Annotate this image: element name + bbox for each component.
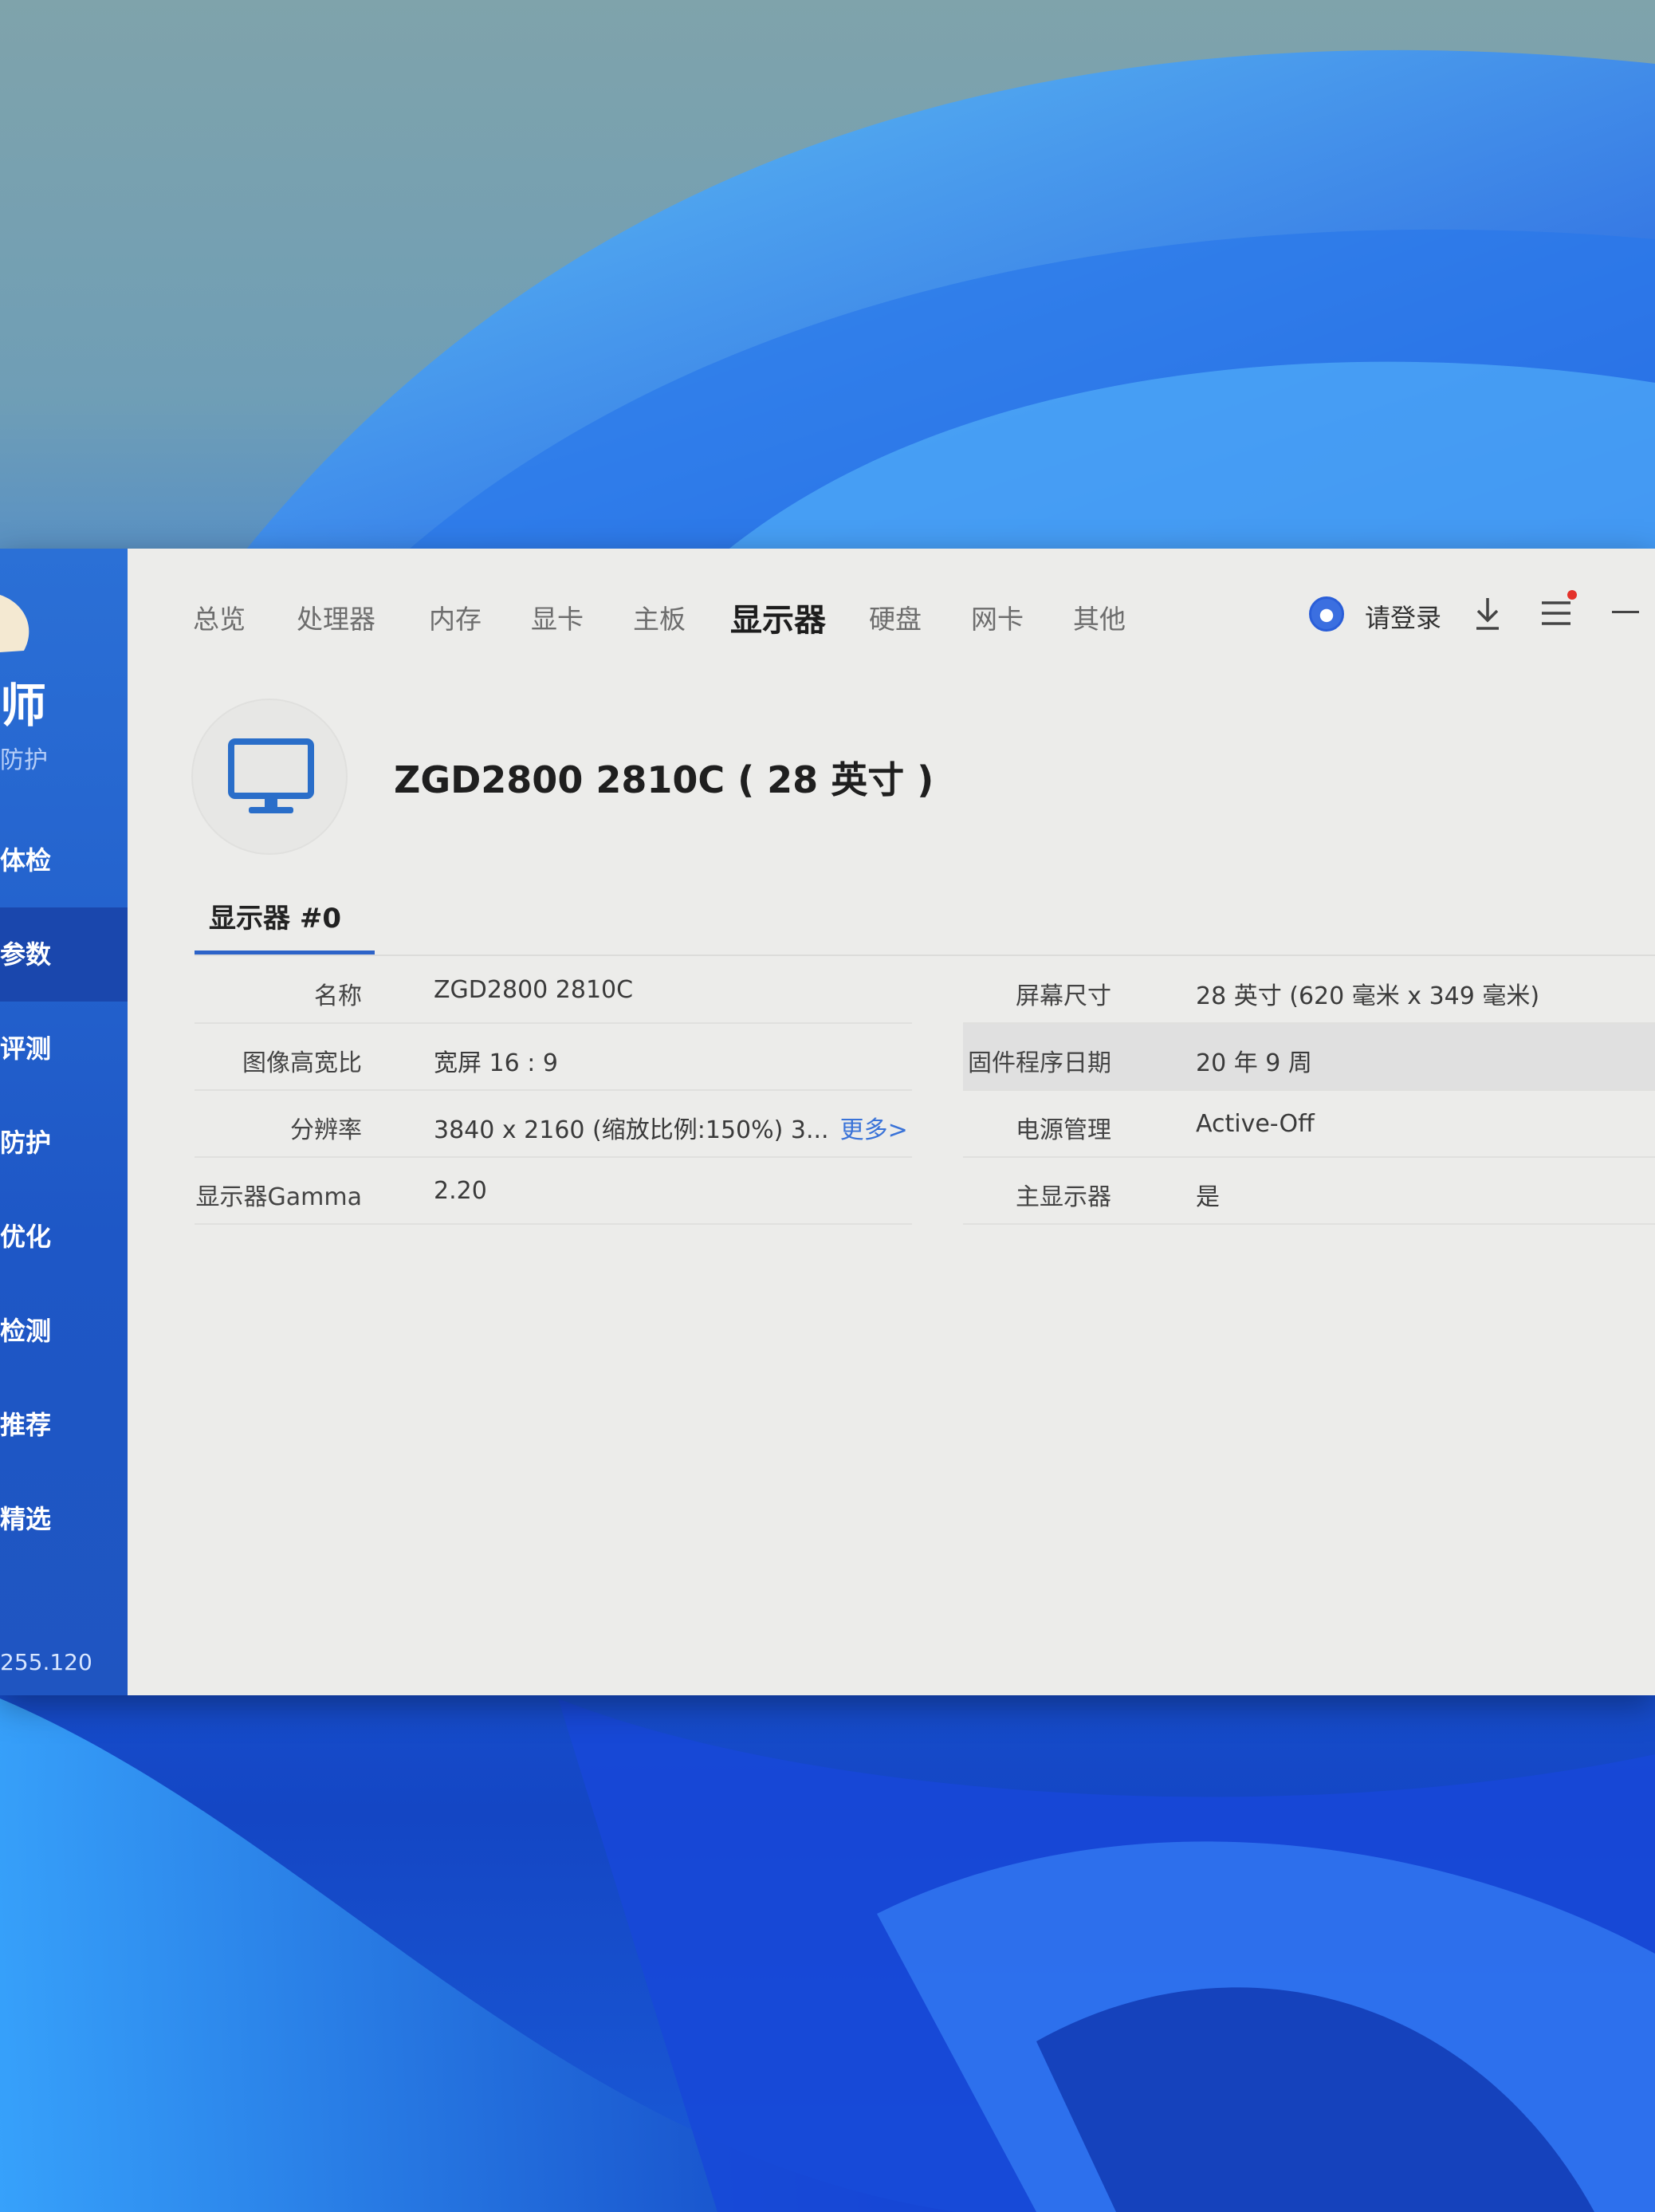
tab-cpu[interactable]: 处理器 — [297, 598, 375, 636]
subtab-divider — [195, 954, 1655, 956]
sidebar: 师 防护 体检 参数 评测 防护 优化 检测 推荐 精选 255.120 — [0, 549, 140, 1695]
more-link[interactable]: 更多> — [840, 1116, 908, 1144]
monitor-icon — [228, 738, 314, 813]
sidebar-item-detect[interactable]: 检测 — [0, 1284, 140, 1378]
sidebar-item-benchmark[interactable]: 评测 — [0, 1002, 140, 1096]
spec-label: 分辨率 — [290, 1116, 362, 1144]
spec-value-with-link: 3840 x 2160 (缩放比例:150%) 3... 更多> — [434, 1110, 908, 1145]
spec-row: 电源管理 Active-Off — [963, 1091, 1655, 1158]
tab-bar: 总览 处理器 内存 显卡 主板 显示器 硬盘 网卡 其他 请登录 — [128, 549, 1655, 639]
spec-row: 固件程序日期 20 年 9 周 — [963, 1024, 1655, 1091]
device-title: ZGD2800 2810C ( 28 英寸 ) — [394, 758, 934, 801]
tab-gpu[interactable]: 显卡 — [531, 598, 584, 636]
spec-label: 主显示器 — [1016, 1183, 1111, 1211]
app-brand-text: 师 — [0, 679, 49, 733]
app-window: 师 防护 体检 参数 评测 防护 优化 检测 推荐 精选 255.120 总览 … — [0, 549, 1655, 1695]
app-logo-icon — [0, 595, 29, 652]
tab-overview[interactable]: 总览 — [193, 598, 246, 636]
spec-value: 2.20 — [434, 1177, 487, 1205]
sidebar-item-checkup[interactable]: 体检 — [0, 813, 140, 907]
spec-label: 屏幕尺寸 — [1016, 982, 1111, 1010]
minimize-icon[interactable] — [1612, 611, 1639, 613]
tab-network[interactable]: 网卡 — [971, 598, 1024, 636]
download-icon[interactable] — [1472, 593, 1504, 633]
menu-icon[interactable] — [1539, 595, 1574, 632]
login-icon[interactable] — [1309, 596, 1344, 632]
spec-value: Active-Off — [1196, 1110, 1315, 1138]
spec-value: 宽屏 16 : 9 — [434, 1049, 558, 1077]
spec-row: 显示器Gamma 2.20 — [195, 1158, 912, 1225]
login-link[interactable]: 请登录 — [1365, 598, 1441, 635]
spec-label: 固件程序日期 — [968, 1049, 1111, 1077]
spec-label: 电源管理 — [1016, 1116, 1111, 1144]
tab-monitor[interactable]: 显示器 — [730, 594, 826, 640]
spec-row: 分辨率 3840 x 2160 (缩放比例:150%) 3... 更多> — [195, 1091, 912, 1158]
sidebar-item-recommend[interactable]: 推荐 — [0, 1378, 140, 1472]
spec-label: 显示器Gamma — [195, 1183, 362, 1211]
tab-other[interactable]: 其他 — [1073, 598, 1126, 636]
spec-row: 屏幕尺寸 28 英寸 (620 毫米 x 349 毫米) — [963, 957, 1655, 1024]
app-brand-subtitle: 防护 — [0, 746, 48, 774]
notification-dot — [1567, 590, 1577, 600]
spec-value: 是 — [1196, 1183, 1220, 1211]
sidebar-item-featured[interactable]: 精选 — [0, 1472, 140, 1566]
sidebar-item-params[interactable]: 参数 — [0, 907, 140, 1002]
spec-row: 名称 ZGD2800 2810C — [195, 957, 912, 1024]
device-icon-circle — [191, 699, 348, 855]
spec-value: ZGD2800 2810C — [434, 976, 634, 1004]
sidebar-item-optimize[interactable]: 优化 — [0, 1190, 140, 1284]
spec-label: 名称 — [314, 982, 362, 1010]
spec-value: 3840 x 2160 (缩放比例:150%) 3... — [434, 1116, 829, 1144]
spec-label: 图像高宽比 — [242, 1049, 362, 1077]
spec-row: 图像高宽比 宽屏 16 : 9 — [195, 1024, 912, 1091]
spec-row: 主显示器 是 — [963, 1158, 1655, 1225]
tab-motherboard[interactable]: 主板 — [633, 598, 686, 636]
spec-value: 20 年 9 周 — [1196, 1049, 1312, 1077]
sidebar-item-protection[interactable]: 防护 — [0, 1096, 140, 1190]
tab-disk[interactable]: 硬盘 — [869, 598, 922, 636]
subtab-monitor-0[interactable]: 显示器 #0 — [209, 896, 341, 935]
tab-memory[interactable]: 内存 — [429, 598, 482, 636]
spec-value: 28 英寸 (620 毫米 x 349 毫米) — [1196, 982, 1540, 1010]
version-label: 255.120 — [0, 1649, 92, 1675]
main-panel: 总览 处理器 内存 显卡 主板 显示器 硬盘 网卡 其他 请登录 ZGD2800… — [128, 549, 1655, 1695]
